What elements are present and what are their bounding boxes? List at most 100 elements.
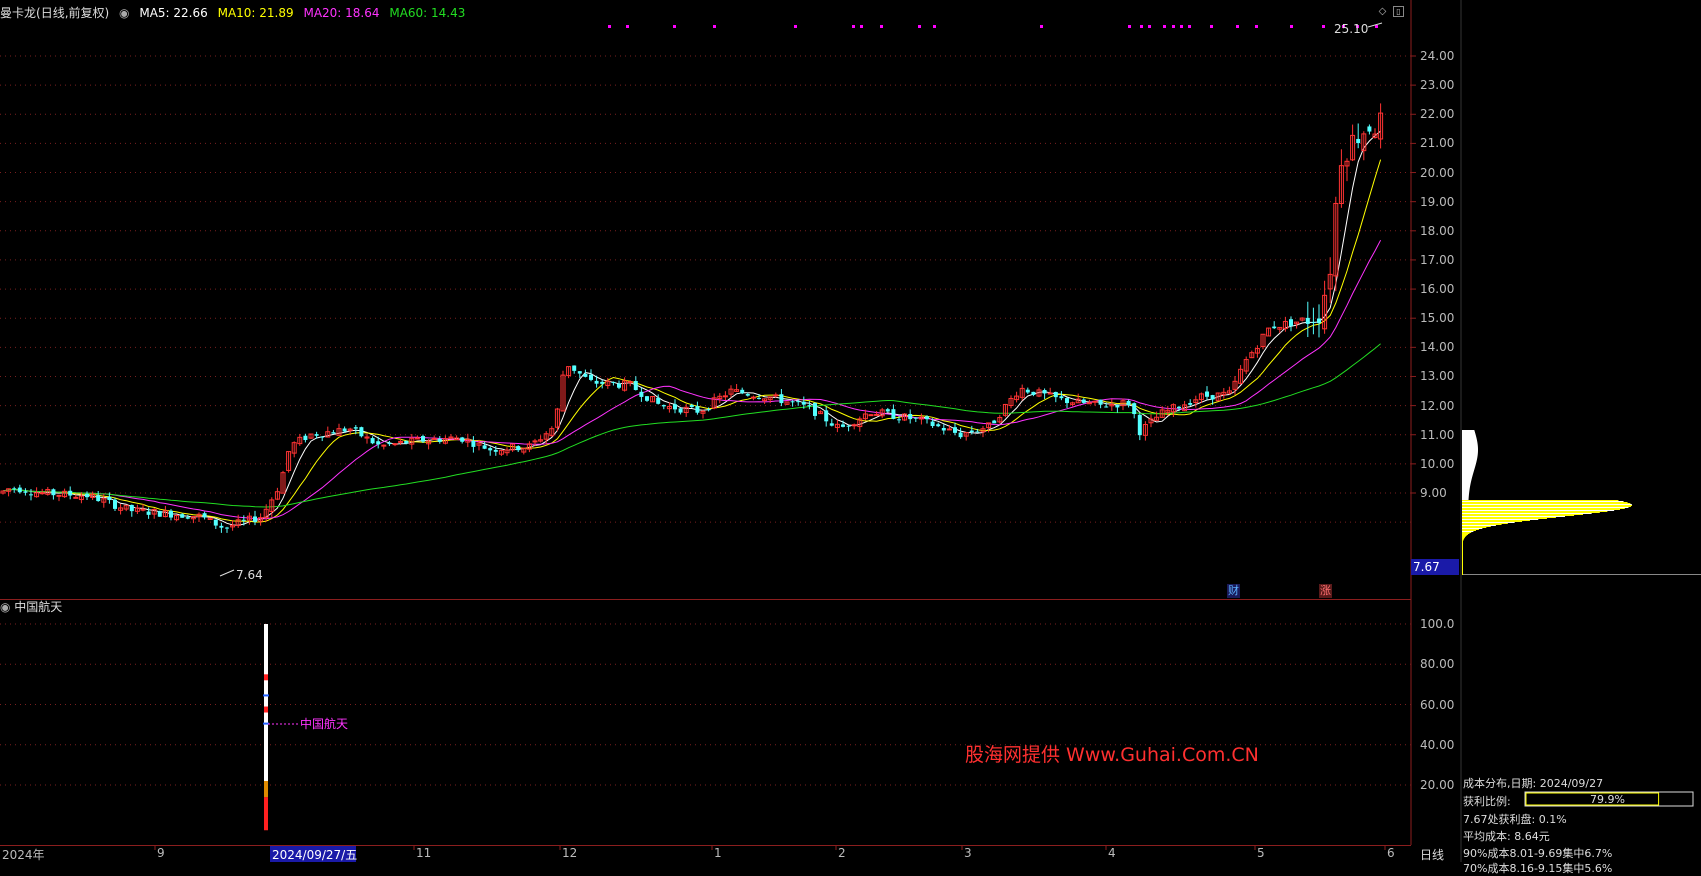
candle-body-down[interactable] <box>908 413 913 420</box>
candle-body-down[interactable] <box>96 495 101 502</box>
candle-body-down[interactable] <box>404 440 409 444</box>
candle-body-down[interactable] <box>645 396 649 401</box>
candle-body-down[interactable] <box>113 499 117 509</box>
candle-body-down[interactable] <box>813 402 817 416</box>
candle-body-down[interactable] <box>925 416 929 420</box>
candle-body-down[interactable] <box>639 391 644 397</box>
candle-body-down[interactable] <box>885 409 890 412</box>
candle-body-down[interactable] <box>51 489 56 496</box>
candle-body-down[interactable] <box>516 446 521 451</box>
candle-body-down[interactable] <box>1081 399 1086 403</box>
candle-body-down[interactable] <box>841 424 845 427</box>
financial-report-badge[interactable]: 财 <box>1227 584 1240 598</box>
candle-body-down[interactable] <box>661 405 666 407</box>
candle-body-up[interactable] <box>414 437 420 440</box>
candle-body-down[interactable] <box>611 381 616 383</box>
candle-body-up[interactable] <box>946 428 952 431</box>
candle-body-down[interactable] <box>202 513 207 518</box>
candle-body-down[interactable] <box>376 441 381 445</box>
candle-body-up[interactable] <box>73 496 79 499</box>
candle-body-down[interactable] <box>1053 391 1058 398</box>
sub-panel-toggle-icon[interactable]: ◉ <box>0 600 14 614</box>
candle-body-down[interactable] <box>1042 390 1047 394</box>
candle-body-down[interactable] <box>958 432 963 438</box>
candle-body-down[interactable] <box>253 516 257 522</box>
candle-body-down[interactable] <box>29 494 33 496</box>
candle-body-down[interactable] <box>801 401 806 405</box>
candle-body-down[interactable] <box>387 442 392 445</box>
candle-body-down[interactable] <box>353 427 358 429</box>
candle-body-down[interactable] <box>740 389 745 394</box>
candle-body-down[interactable] <box>1272 326 1277 329</box>
candle-body-down[interactable] <box>421 436 425 442</box>
candle-body-down[interactable] <box>953 427 957 433</box>
candle-body-up[interactable] <box>398 440 404 443</box>
candle-body-up[interactable] <box>140 508 146 511</box>
candle-body-down[interactable] <box>589 374 593 380</box>
candle-body-down[interactable] <box>678 408 683 413</box>
candle-body-down[interactable] <box>68 490 73 496</box>
candle-body-down[interactable] <box>572 365 577 371</box>
candle-body-down[interactable] <box>824 410 829 422</box>
candle-body-up[interactable] <box>627 381 633 384</box>
candle-body-down[interactable] <box>807 405 812 407</box>
candle-body-down[interactable] <box>169 510 173 518</box>
candle-body-down[interactable] <box>129 504 134 512</box>
candle-body-down[interactable] <box>437 438 442 442</box>
candle-body-down[interactable] <box>779 394 784 404</box>
candle-body-up[interactable] <box>39 492 45 495</box>
candle-body-down[interactable] <box>1059 396 1064 399</box>
candle-body-down[interactable] <box>1188 403 1193 405</box>
candle-body-down[interactable] <box>1137 414 1142 436</box>
candle-body-down[interactable] <box>617 383 621 388</box>
candle-body-down[interactable] <box>1311 321 1316 323</box>
candle-body-down[interactable] <box>331 432 336 434</box>
candle-body-down[interactable] <box>12 488 17 490</box>
candle-body-down[interactable] <box>757 397 761 399</box>
candle-body-down[interactable] <box>1126 400 1131 406</box>
settings-toggle-icon[interactable]: ◉ <box>119 6 129 20</box>
candle-body-down[interactable] <box>913 417 918 419</box>
candle-body-down[interactable] <box>891 409 896 419</box>
candle-body-down[interactable] <box>897 419 901 421</box>
period-button[interactable]: 日线 <box>1420 846 1444 863</box>
candle-body-down[interactable] <box>594 380 599 384</box>
candle-body-down[interactable] <box>460 437 465 442</box>
candle-body-down[interactable] <box>85 493 89 498</box>
candle-body-down[interactable] <box>829 423 834 426</box>
candle-body-down[interactable] <box>185 517 190 519</box>
candle-body-down[interactable] <box>583 373 588 377</box>
candle-body-down[interactable] <box>1132 403 1137 415</box>
candle-body-down[interactable] <box>1115 404 1120 408</box>
candle-body-up[interactable] <box>1047 392 1053 395</box>
candle-body-down[interactable] <box>1289 319 1293 327</box>
candle-body-down[interactable] <box>796 401 801 403</box>
candle-body-down[interactable] <box>303 435 308 441</box>
candle-body-down[interactable] <box>695 406 700 413</box>
candle-body-up[interactable] <box>750 396 756 399</box>
candle-body-down[interactable] <box>656 397 661 404</box>
candle-body-down[interactable] <box>342 428 347 432</box>
candle-body-down[interactable] <box>1065 398 1069 404</box>
candle-body-down[interactable] <box>689 405 694 408</box>
candle-body-down[interactable] <box>1025 389 1030 393</box>
candle-body-down[interactable] <box>370 438 375 444</box>
candle-body-up[interactable] <box>722 395 728 398</box>
candle-body-down[interactable] <box>359 427 364 437</box>
candle-body-down[interactable] <box>146 511 151 515</box>
candle-body-up[interactable] <box>773 394 779 397</box>
candle-body-down[interactable] <box>1367 126 1372 132</box>
candle-body-up[interactable] <box>392 443 398 446</box>
candle-body-down[interactable] <box>846 425 851 427</box>
candle-body-down[interactable] <box>1177 406 1181 409</box>
candle-body-down[interactable] <box>493 449 498 452</box>
candle-body-down[interactable] <box>1205 391 1209 397</box>
candle-body-down[interactable] <box>790 401 795 403</box>
candle-body-down[interactable] <box>1317 318 1321 324</box>
panel-toggle-icon[interactable]: ▯ <box>1393 6 1404 17</box>
candle-body-down[interactable] <box>213 519 218 526</box>
candle-body-down[interactable] <box>969 430 974 433</box>
candle-body-down[interactable] <box>1104 406 1109 408</box>
candle-body-down[interactable] <box>936 424 941 427</box>
candle-body-up[interactable] <box>56 494 62 497</box>
